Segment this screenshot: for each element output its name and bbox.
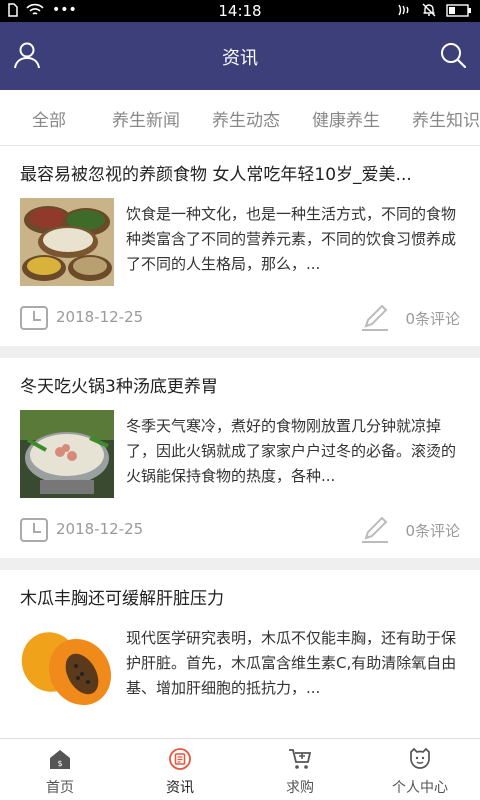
comment-count[interactable]: 0条评论 (405, 308, 460, 329)
comment-pencil-icon[interactable] (360, 516, 390, 544)
tab-healthy-living[interactable]: 健康养生 (312, 106, 380, 131)
nav-news-label: 资讯 (166, 780, 194, 796)
article-date: 2018-12-25 (56, 520, 144, 538)
divider (0, 558, 480, 570)
tab-health-knowledge[interactable]: 养生知识 (412, 106, 480, 131)
nfc-icon (398, 4, 409, 16)
clock-icon (20, 518, 48, 542)
comment-pencil-icon[interactable] (360, 304, 390, 332)
article-date: 2018-12-25 (56, 308, 144, 326)
article-summary: 现代医学研究表明，木瓜不仅能丰胸，还有助于保护肝脏。首先，木瓜富含维生素C,有助… (126, 629, 457, 697)
article-item[interactable]: 最容易被忽视的养颜食物 女人常吃年轻10岁_爱美... 饮食是一种文化，也是一种… (0, 146, 480, 346)
mute-bell-icon (422, 3, 436, 17)
comment-count[interactable]: 0条评论 (405, 520, 460, 541)
page-title: 资讯 (222, 48, 258, 69)
status-right (396, 3, 472, 17)
status-bar: ••• 14:18 (0, 0, 480, 22)
article-summary: 饮食是一种文化，也是一种生活方式，不同的食物种类富含了不同的营养元素，不同的饮食… (126, 205, 457, 273)
nav-profile-label: 个人中心 (392, 780, 448, 796)
article-meta: 2018-12-25 0条评论 (20, 516, 460, 544)
cart-icon (289, 749, 312, 769)
news-icon (169, 748, 191, 770)
article-meta: 2018-12-25 0条评论 (20, 304, 460, 332)
article-title[interactable]: 冬天吃火锅3种汤底更养胃 (20, 372, 460, 397)
nav-news[interactable]: 资讯 (120, 739, 240, 800)
nav-profile[interactable]: 个人中心 (360, 739, 480, 800)
nav-purchase[interactable]: 求购 (240, 739, 360, 800)
article-thumbnail-grains[interactable] (20, 198, 114, 286)
article-thumbnail-hotpot[interactable] (20, 410, 114, 498)
news-feed: 最容易被忽视的养颜食物 女人常吃年轻10岁_爱美... 饮食是一种文化，也是一种… (0, 146, 480, 770)
article-summary: 冬季天气寒冷，煮好的食物刚放置几分钟就凉掉了，因此火锅就成了家家户户过冬的必备。… (126, 417, 457, 485)
battery-icon (446, 3, 471, 17)
svg-text:$: $ (57, 759, 62, 768)
divider (0, 346, 480, 358)
clock-icon (20, 306, 48, 330)
home-icon: $ (50, 750, 70, 769)
nav-purchase-label: 求购 (286, 780, 314, 796)
tab-all[interactable]: 全部 (32, 106, 66, 131)
article-item[interactable]: 冬天吃火锅3种汤底更养胃 冬季天气寒冷，煮好的食物刚放置几分钟就凉掉了，因此火锅… (0, 358, 480, 558)
app-header: 资讯 (0, 22, 480, 90)
tab-health-trends[interactable]: 养生动态 (212, 106, 280, 131)
article-thumbnail-papaya[interactable] (20, 622, 114, 710)
article-title[interactable]: 木瓜丰胸还可缓解肝脏压力 (20, 584, 460, 609)
article-title[interactable]: 最容易被忽视的养颜食物 女人常吃年轻10岁_爱美... (20, 160, 460, 185)
tab-health-news[interactable]: 养生新闻 (112, 106, 180, 131)
profile-icon (410, 747, 430, 769)
nav-home-label: 首页 (46, 780, 74, 796)
category-tabs: 全部 养生新闻 养生动态 健康养生 养生知识 (0, 90, 480, 146)
nav-home[interactable]: $ 首页 (0, 739, 120, 800)
bottom-nav: $ 首页 资讯 求购 个人中心 (0, 738, 480, 800)
search-icon[interactable] (438, 40, 468, 70)
